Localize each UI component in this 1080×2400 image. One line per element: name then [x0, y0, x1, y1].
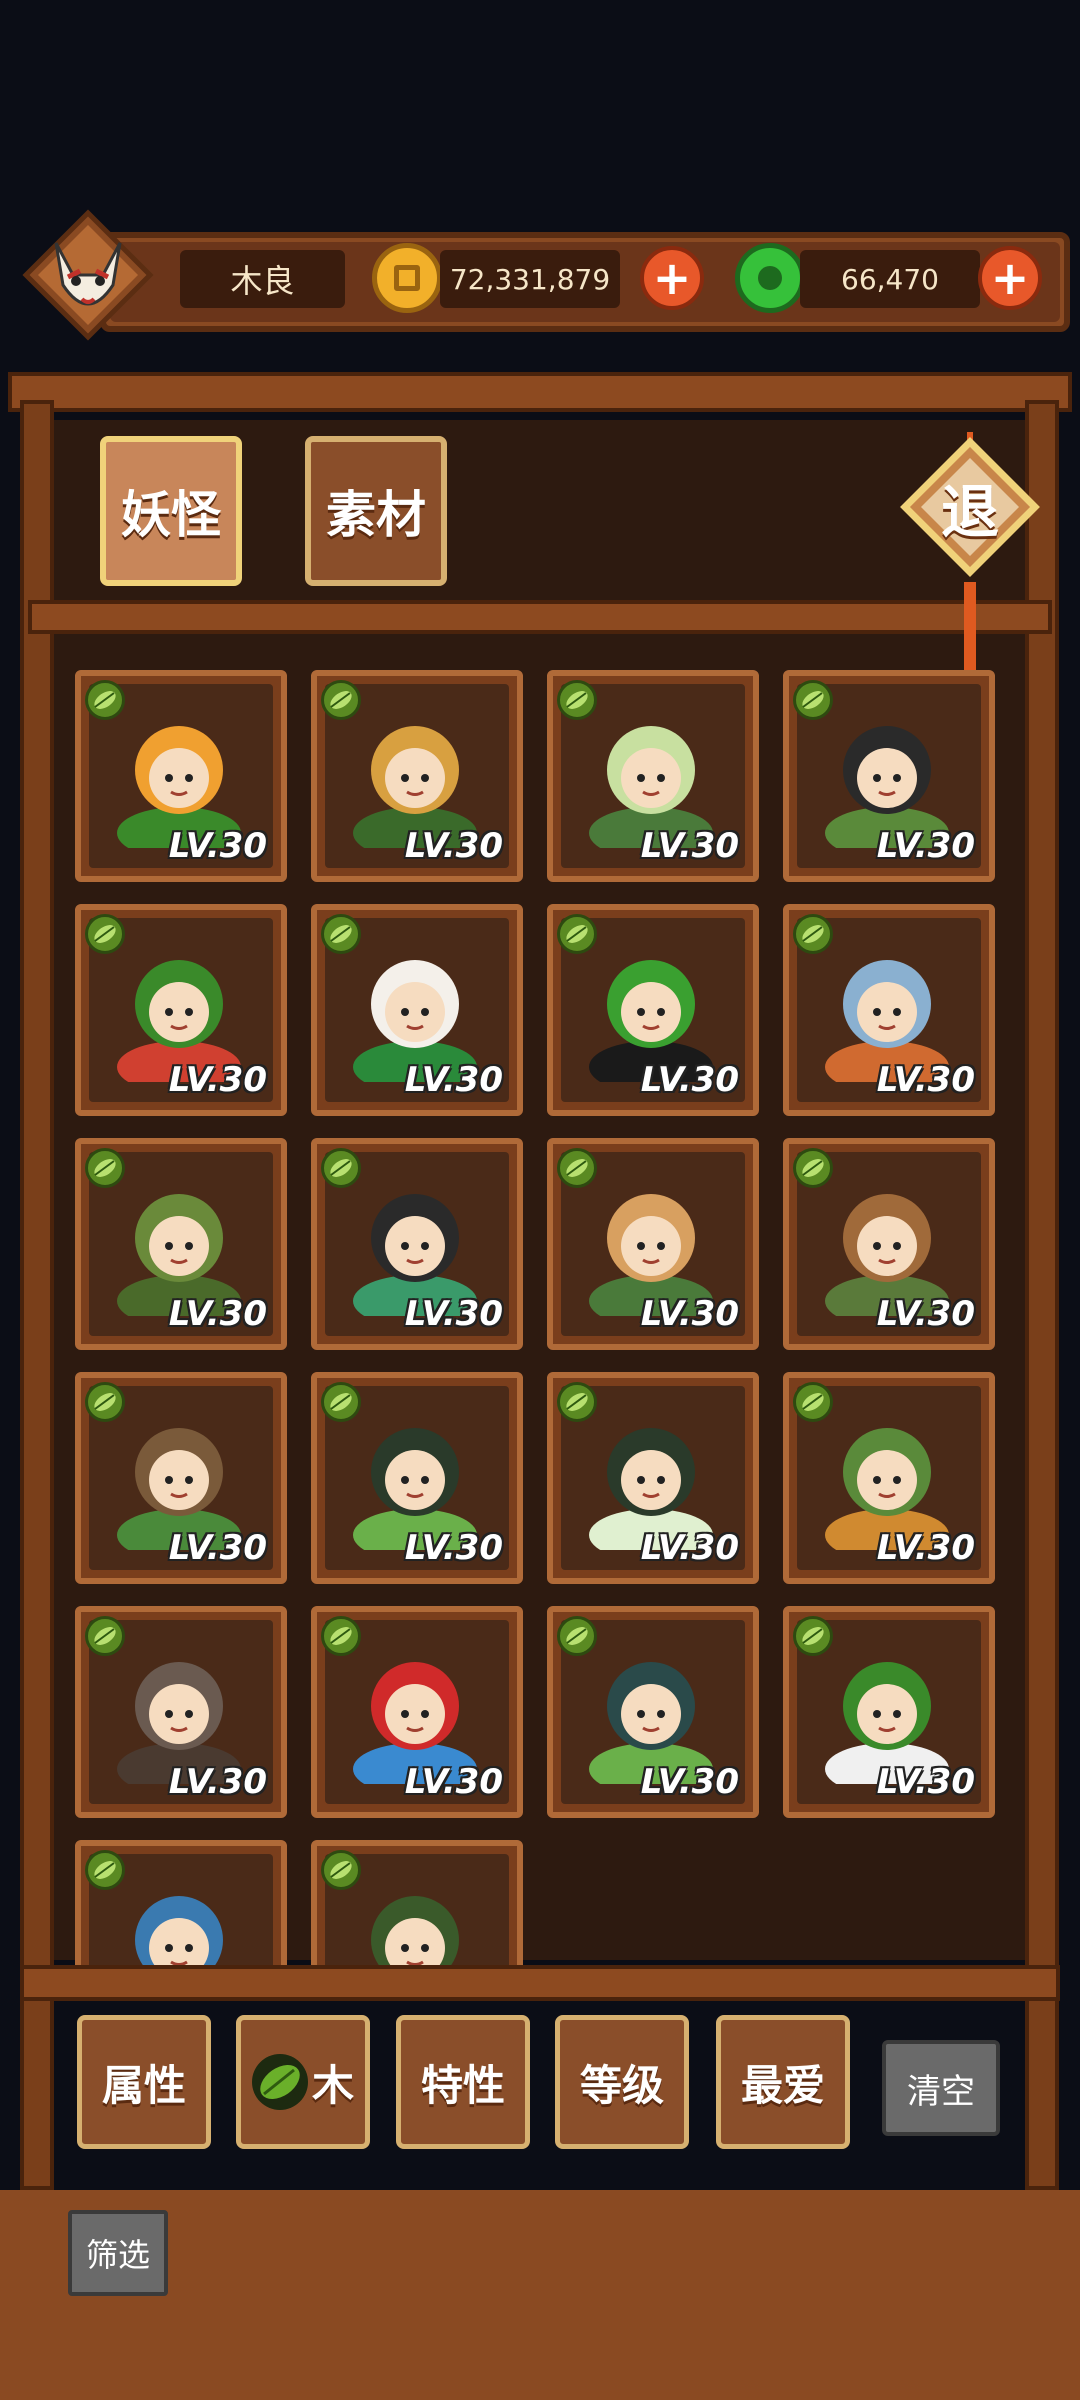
level-label: LV.30: [876, 1528, 975, 1568]
level-label: LV.30: [404, 1294, 503, 1334]
level-label: LV.30: [168, 1528, 267, 1568]
level-label: LV.30: [168, 1060, 267, 1100]
left-post: [20, 400, 54, 2190]
monster-card[interactable]: LV.30: [783, 1138, 995, 1350]
monster-card[interactable]: LV.30: [547, 670, 759, 882]
monster-card[interactable]: LV.30: [311, 904, 523, 1116]
leaf-icon: [793, 680, 833, 720]
top-beam: [8, 372, 1072, 412]
leaf-icon: [251, 2054, 308, 2110]
level-label: LV.30: [640, 1528, 739, 1568]
monster-card[interactable]: LV.30: [75, 904, 287, 1116]
filter-favorite-button[interactable]: 最爱: [716, 2015, 850, 2149]
leaf-icon: [321, 1382, 361, 1422]
jade-coin-icon: [735, 243, 805, 313]
leaf-icon: [85, 1616, 125, 1656]
add-jade-button[interactable]: +: [978, 246, 1042, 310]
fox-mask-icon: [22, 209, 154, 341]
level-label: LV.30: [404, 1060, 503, 1100]
leaf-icon: [85, 1382, 125, 1422]
level-label: LV.30: [168, 1762, 267, 1802]
leaf-icon: [793, 1148, 833, 1188]
leaf-icon: [321, 1616, 361, 1656]
right-post: [1025, 400, 1059, 2190]
leaf-icon: [557, 1616, 597, 1656]
leaf-icon: [793, 914, 833, 954]
leaf-icon: [557, 680, 597, 720]
level-label: LV.30: [168, 826, 267, 866]
leaf-icon: [557, 1382, 597, 1422]
clear-button[interactable]: 清空: [882, 2040, 1000, 2136]
monster-card[interactable]: LV.30: [75, 1606, 287, 1818]
jade-amount: 66,470: [800, 250, 980, 308]
leaf-icon: [85, 1850, 125, 1890]
leaf-icon: [557, 1148, 597, 1188]
tab-materials[interactable]: 素材: [305, 436, 447, 586]
level-label: LV.30: [876, 1762, 975, 1802]
monster-card[interactable]: LV.30: [311, 670, 523, 882]
blue-mushroom-kid-portrait: [135, 1896, 223, 1965]
level-label: LV.30: [640, 826, 739, 866]
level-label: LV.30: [640, 1294, 739, 1334]
monster-card[interactable]: LV.30: [75, 670, 287, 882]
monster-card[interactable]: LV.30: [547, 1138, 759, 1350]
monster-card[interactable]: LV.30: [783, 670, 995, 882]
leaf-icon: [85, 680, 125, 720]
filter-wood-button[interactable]: 木: [236, 2015, 370, 2149]
level-label: LV.30: [404, 826, 503, 866]
level-label: LV.30: [876, 1060, 975, 1100]
player-name: 木良: [180, 250, 345, 308]
gold-amount: 72,331,879: [440, 250, 620, 308]
level-label: LV.30: [404, 1528, 503, 1568]
monster-card[interactable]: LV.30: [75, 1372, 287, 1584]
exit-tassel: [964, 582, 976, 672]
leaf-icon: [85, 1148, 125, 1188]
leaf-icon: [321, 680, 361, 720]
monster-card[interactable]: LV.30: [547, 904, 759, 1116]
level-label: LV.30: [404, 1762, 503, 1802]
leaf-icon: [321, 1148, 361, 1188]
monster-card[interactable]: LV.30: [311, 1372, 523, 1584]
leaf-icon: [557, 914, 597, 954]
monster-card[interactable]: LV.30: [75, 1138, 287, 1350]
add-gold-button[interactable]: +: [640, 246, 704, 310]
monster-card[interactable]: [311, 1840, 523, 1965]
gold-coin-icon: [372, 243, 442, 313]
level-label: LV.30: [168, 1294, 267, 1334]
monster-card[interactable]: LV.30: [783, 1372, 995, 1584]
exit-button[interactable]: 退: [895, 432, 1045, 582]
bottom-beam: [20, 1965, 1060, 2001]
filter-wood-label: 木: [311, 2060, 354, 2110]
monster-card[interactable]: LV.30: [311, 1138, 523, 1350]
level-label: LV.30: [876, 826, 975, 866]
filter-attribute-button[interactable]: 属性: [77, 2015, 211, 2149]
monster-card[interactable]: LV.30: [311, 1606, 523, 1818]
leaf-icon: [321, 1850, 361, 1890]
leaf-icon: [793, 1616, 833, 1656]
level-label: LV.30: [640, 1060, 739, 1100]
leaf-icon: [793, 1382, 833, 1422]
screen-button[interactable]: 筛选: [68, 2210, 168, 2296]
leaf-icon: [85, 914, 125, 954]
bamboo-hat-monk-portrait: [371, 1896, 459, 1965]
monster-card[interactable]: LV.30: [547, 1606, 759, 1818]
level-label: LV.30: [640, 1762, 739, 1802]
shelf-beam: [28, 600, 1052, 634]
filter-trait-button[interactable]: 特性: [396, 2015, 530, 2149]
filter-level-button[interactable]: 等级: [555, 2015, 689, 2149]
exit-label: 退: [940, 478, 999, 546]
monster-grid: LV.30 LV.30 LV.30 LV.30 LV.30 LV.30 LV.30 LV.30…: [75, 670, 1005, 1965]
tab-monsters[interactable]: 妖怪: [100, 436, 242, 586]
monster-card[interactable]: LV.30: [547, 1372, 759, 1584]
monster-card[interactable]: LV.30: [783, 904, 995, 1116]
monster-card[interactable]: [75, 1840, 287, 1965]
level-label: LV.30: [876, 1294, 975, 1334]
player-avatar[interactable]: [18, 205, 158, 345]
leaf-icon: [321, 914, 361, 954]
monster-card[interactable]: LV.30: [783, 1606, 995, 1818]
